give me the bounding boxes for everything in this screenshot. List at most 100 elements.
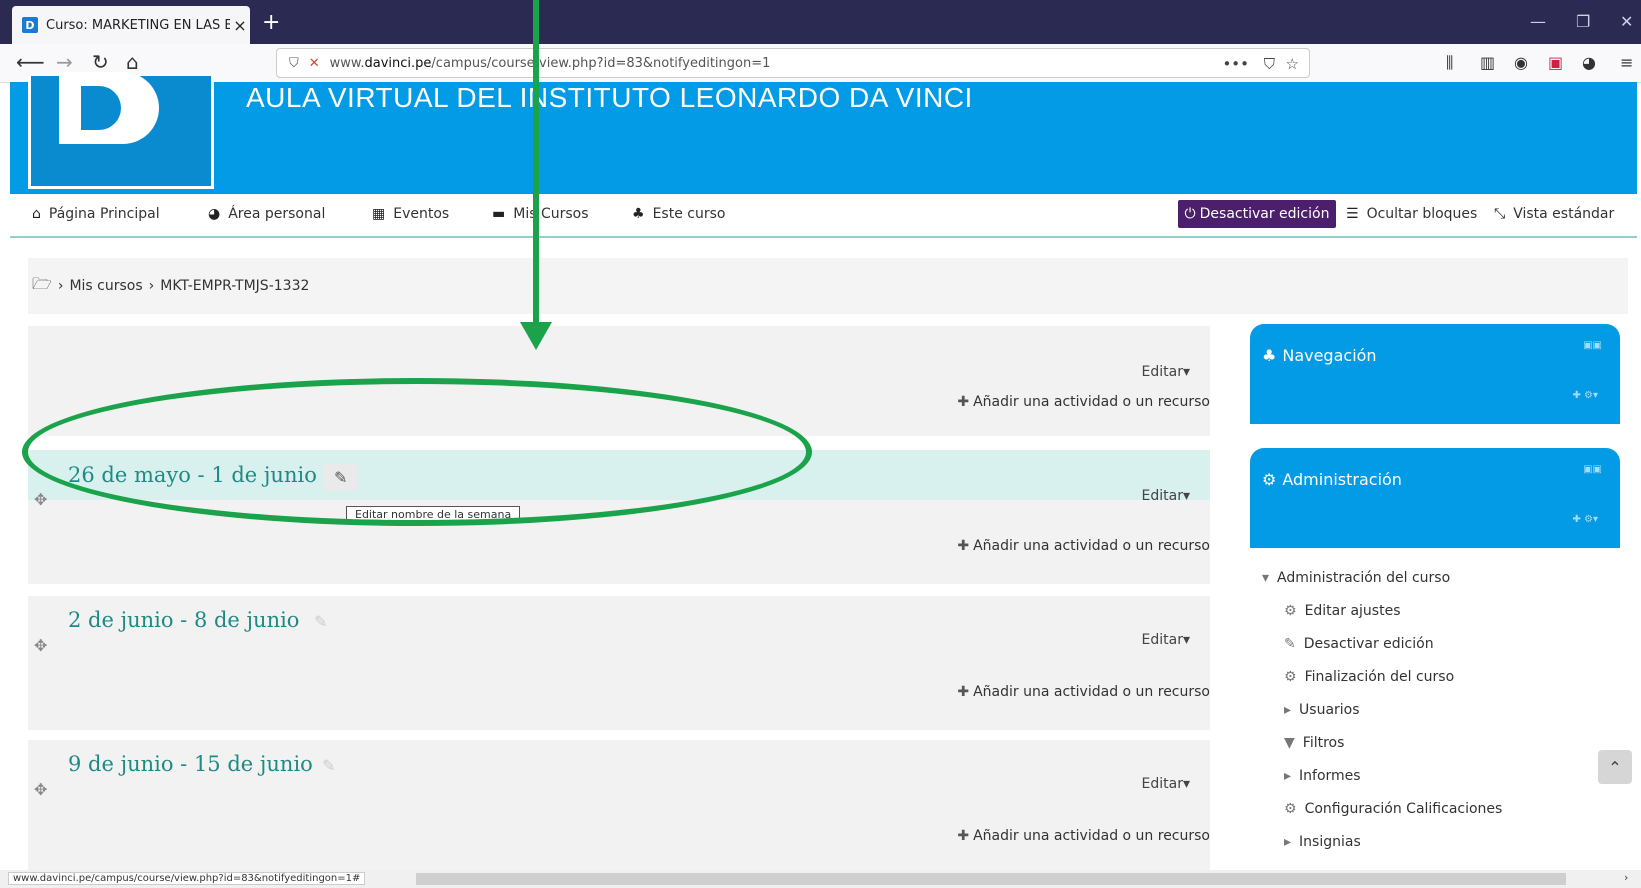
- section-edit-menu[interactable]: Editar▾: [1142, 488, 1190, 504]
- admin-edit-settings[interactable]: ⚙ Editar ajustes: [1284, 603, 1401, 619]
- folder-icon[interactable]: 🗁: [32, 273, 52, 300]
- insecure-lock-icon: ✕: [308, 55, 320, 71]
- reload-icon[interactable]: ↻: [92, 50, 109, 74]
- briefcase-icon: ▬: [492, 206, 506, 222]
- close-window-icon[interactable]: ✕: [1620, 12, 1633, 31]
- browser-tab[interactable]: D Curso: MARKETING EN LAS EM ×: [12, 6, 250, 44]
- new-tab-button[interactable]: +: [262, 10, 280, 35]
- home-icon: ⌂: [32, 206, 41, 222]
- gear-icon: ⚙: [1284, 669, 1297, 685]
- course-admin-node[interactable]: ▾ Administración del curso: [1262, 570, 1450, 586]
- section-edit-menu[interactable]: Editar▾: [1142, 632, 1190, 648]
- admin-reports[interactable]: ▸ Informes: [1284, 768, 1361, 784]
- edit-title-pencil-icon[interactable]: ✎: [314, 612, 327, 631]
- pocket-icon[interactable]: ⛉: [1264, 55, 1275, 73]
- edit-title-pencil-icon[interactable]: ✎: [324, 464, 358, 491]
- move-icon[interactable]: ✥: [34, 780, 47, 799]
- course-section-week-1: 26 de mayo - 1 de junio ✎ ✥ Editar▾ ✚ Aña…: [28, 450, 1210, 584]
- standard-view-button[interactable]: ⤡ Vista estándar: [1494, 206, 1614, 222]
- bookmark-star-icon[interactable]: ☆: [1286, 55, 1299, 73]
- admin-users[interactable]: ▸ Usuarios: [1284, 702, 1360, 718]
- caret-right-icon: ▸: [1284, 702, 1292, 718]
- edit-title-pencil-icon[interactable]: ✎: [322, 756, 335, 775]
- add-activity-link[interactable]: ✚ Añadir una actividad o un recurso: [957, 684, 1210, 700]
- section-title-box: 26 de mayo - 1 de junio: [58, 458, 327, 492]
- course-section-week-2: 2 de junio - 8 de junio ✎ ✥ Editar▾ ✚ Aña…: [28, 596, 1210, 730]
- gear-icon: ⚙: [1284, 603, 1297, 619]
- add-activity-link[interactable]: ✚ Añadir una actividad o un recurso: [957, 828, 1210, 844]
- navigation-block: ♣ Navegación ▣▣ ✚ ⚙▾: [1250, 324, 1620, 424]
- extension-icon[interactable]: ▣: [1548, 53, 1563, 72]
- move-icon[interactable]: ✥: [34, 490, 47, 509]
- section-title[interactable]: 2 de junio - 8 de junio: [68, 608, 299, 632]
- scroll-right-icon[interactable]: ›: [1624, 871, 1628, 884]
- section-title[interactable]: 9 de junio - 15 de junio: [68, 752, 313, 776]
- plus-icon: ✚: [957, 394, 970, 410]
- breadcrumb-my-courses[interactable]: Mis cursos: [69, 278, 142, 294]
- block-move-icon[interactable]: ✚ ⚙▾: [1572, 514, 1598, 525]
- move-icon[interactable]: ✥: [34, 636, 47, 655]
- shield-icon: ⛉: [289, 55, 299, 71]
- minimize-icon[interactable]: —: [1530, 12, 1546, 31]
- nav-this-course[interactable]: ♣ Este curso: [632, 206, 725, 222]
- administration-block-title: ⚙ Administración: [1262, 470, 1402, 489]
- calendar-icon: ▦: [372, 206, 386, 222]
- back-to-top-button[interactable]: ⌃: [1598, 750, 1632, 784]
- nav-home[interactable]: ⌂ Página Principal: [32, 206, 160, 222]
- library-icon[interactable]: ⫼: [1446, 53, 1453, 73]
- horizontal-scrollbar[interactable]: [416, 873, 1566, 885]
- nav-events[interactable]: ▦ Eventos: [372, 206, 449, 222]
- administration-block: ⚙ Administración ▣▣ ✚ ⚙▾: [1250, 448, 1620, 548]
- annotation-arrow-head: [520, 322, 552, 350]
- sidebar-icon[interactable]: ▥: [1480, 53, 1495, 72]
- address-bar[interactable]: ⛉ ✕ www.davinci.pe/campus/course/view.ph…: [276, 48, 1310, 78]
- course-section-week-3: 9 de junio - 15 de junio ✎ ✥ Editar▾ ✚ Añ…: [28, 740, 1210, 870]
- caret-down-icon: ▾: [1262, 570, 1270, 586]
- section-edit-menu[interactable]: Editar▾: [1142, 776, 1190, 792]
- home-icon[interactable]: ⌂: [126, 50, 139, 74]
- status-bar: www.davinci.pe/campus/course/view.php?id…: [0, 870, 1641, 888]
- back-icon[interactable]: ⟵: [16, 50, 45, 74]
- caret-right-icon: ▸: [1284, 834, 1292, 850]
- url-text: www.davinci.pe/campus/course/view.php?id…: [329, 55, 771, 71]
- filter-icon: ▼: [1284, 735, 1295, 751]
- add-activity-link[interactable]: ✚ Añadir una actividad o un recurso: [957, 538, 1210, 554]
- compress-icon: ⤡: [1494, 206, 1506, 222]
- extension2-icon[interactable]: ◕: [1582, 53, 1596, 72]
- block-move-icon[interactable]: ✚ ⚙▾: [1572, 390, 1598, 401]
- admin-badges[interactable]: ▸ Insignias: [1284, 834, 1361, 850]
- dashboard-icon: ◕: [208, 206, 221, 222]
- annotation-arrow-line: [533, 0, 539, 325]
- menu-icon[interactable]: ≡: [1620, 53, 1633, 72]
- admin-disable-editing[interactable]: ✎ Desactivar edición: [1284, 636, 1434, 652]
- caret-right-icon: ▸: [1284, 768, 1292, 784]
- block-dock-icon[interactable]: ▣▣: [1583, 340, 1602, 351]
- chevron-up-icon: ⌃: [1608, 757, 1622, 777]
- block-dock-icon[interactable]: ▣▣: [1583, 464, 1602, 475]
- admin-gradebook-setup[interactable]: ⚙ Configuración Calificaciones: [1284, 801, 1502, 817]
- hide-blocks-button[interactable]: ☰ Ocultar bloques: [1346, 206, 1477, 222]
- toggle-editing-button[interactable]: ⏻ Desactivar edición: [1178, 200, 1336, 228]
- tooltip: Editar nombre de la semana: [346, 506, 521, 523]
- section-edit-menu[interactable]: Editar▾: [1142, 364, 1190, 380]
- site-title: AULA VIRTUAL DEL INSTITUTO LEONARDO DA V…: [246, 82, 973, 113]
- account-icon[interactable]: ◉: [1514, 53, 1528, 72]
- breadcrumb: 🗁 › Mis cursos › MKT-EMPR-TMJS-1332: [28, 258, 1628, 314]
- admin-course-completion[interactable]: ⚙ Finalización del curso: [1284, 669, 1454, 685]
- page-actions-icon[interactable]: •••: [1222, 55, 1249, 73]
- gear-icon: ⚙: [1284, 801, 1297, 817]
- site-logo[interactable]: [28, 72, 214, 189]
- forward-icon[interactable]: →: [56, 50, 73, 74]
- section-title[interactable]: 26 de mayo - 1 de junio: [68, 463, 317, 487]
- restore-icon[interactable]: ❐: [1576, 12, 1590, 31]
- plus-icon: ✚: [957, 538, 970, 554]
- site-favicon-icon: D: [22, 17, 38, 33]
- nav-personal[interactable]: ◕ Área personal: [208, 206, 325, 222]
- sitemap-icon: ♣: [632, 206, 645, 222]
- course-section-general: Editar▾ ✚ Añadir una actividad o un recur…: [28, 326, 1210, 436]
- add-activity-link[interactable]: ✚ Añadir una actividad o un recurso: [957, 394, 1210, 410]
- nav-my-courses[interactable]: ▬ Mis Cursos: [492, 206, 589, 222]
- admin-filters[interactable]: ▼ Filtros: [1284, 735, 1344, 751]
- breadcrumb-course[interactable]: MKT-EMPR-TMJS-1332: [160, 278, 309, 294]
- close-tab-icon[interactable]: ×: [230, 16, 250, 35]
